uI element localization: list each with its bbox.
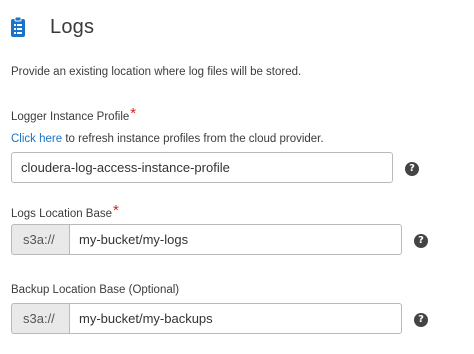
page-title: Logs xyxy=(50,15,95,38)
logger-instance-profile-input[interactable]: cloudera-log-access-instance-profile xyxy=(11,152,393,183)
logger-instance-profile-label-text: Logger Instance Profile xyxy=(11,111,130,123)
logger-instance-profile-help-icon[interactable]: ? xyxy=(405,162,419,176)
backup-location-base-help-icon[interactable]: ? xyxy=(414,313,428,327)
required-mark: * xyxy=(130,105,137,122)
refresh-instructions: Click here to refresh instance profiles … xyxy=(11,133,324,145)
logs-location-prefix: s3a:// xyxy=(11,224,69,255)
logger-instance-profile-label: Logger Instance Profile* xyxy=(11,105,137,124)
required-mark: * xyxy=(113,202,119,219)
backup-location-prefix: s3a:// xyxy=(11,303,69,334)
backup-location-base-input[interactable]: my-bucket/my-backups xyxy=(69,303,402,334)
intro-text: Provide an existing location where log f… xyxy=(11,66,302,78)
refresh-text: to refresh instance profiles from the cl… xyxy=(62,133,324,145)
logs-location-base-label-text: Logs Location Base xyxy=(11,208,113,220)
backup-location-base-label: Backup Location Base (Optional) xyxy=(11,284,180,296)
logs-location-base-help-icon[interactable]: ? xyxy=(414,234,428,248)
refresh-profiles-link[interactable]: Click here xyxy=(11,133,62,145)
logs-location-base-label: Logs Location Base* xyxy=(11,202,119,221)
backup-location-base-field: s3a:// my-bucket/my-backups xyxy=(11,303,402,334)
logs-location-base-field: s3a:// my-bucket/my-logs xyxy=(11,224,402,255)
logs-location-base-input[interactable]: my-bucket/my-logs xyxy=(69,224,402,255)
clipboard-icon xyxy=(10,16,26,38)
section-header: Logs xyxy=(10,14,94,40)
